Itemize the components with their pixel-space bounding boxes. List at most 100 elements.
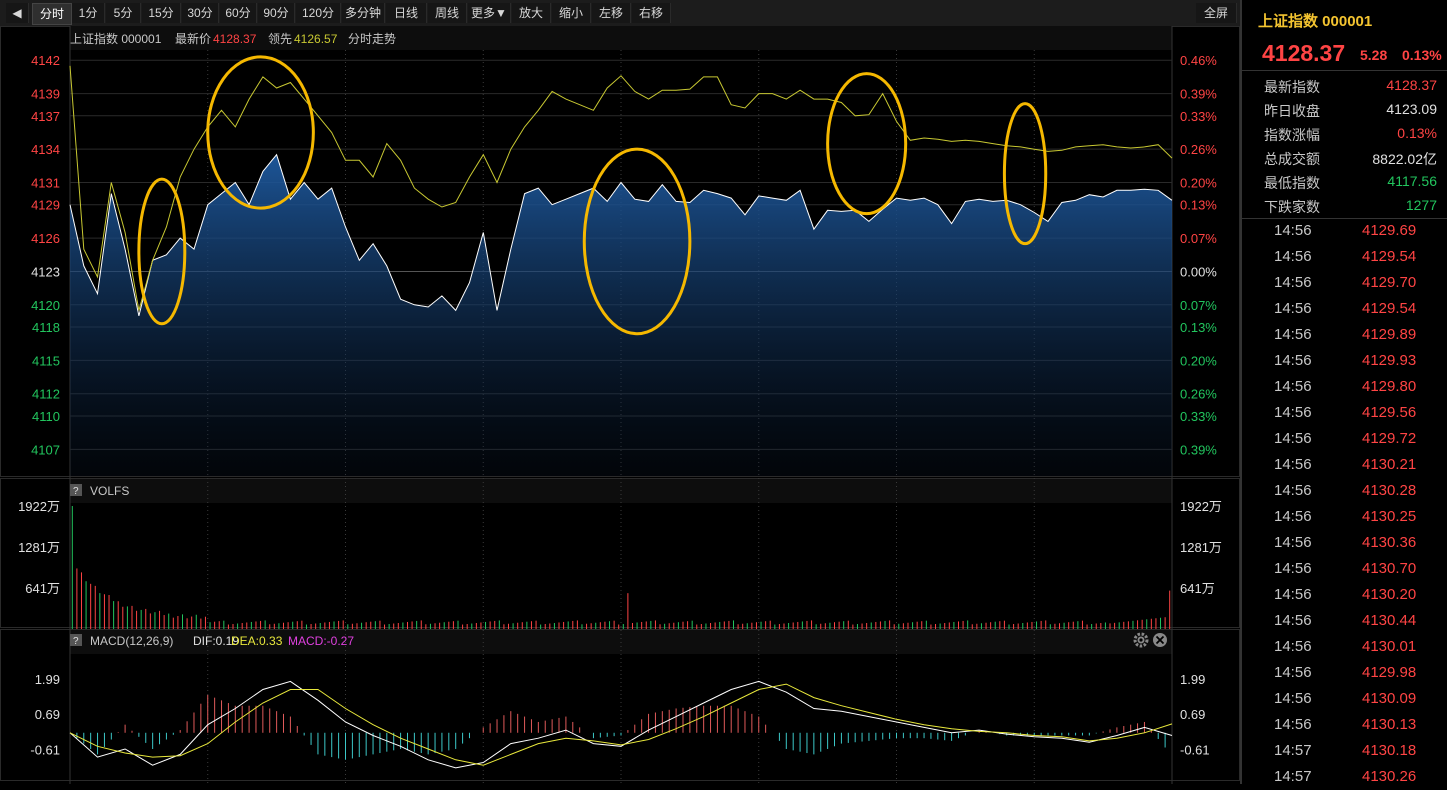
side-change: 5.28 [1360, 47, 1388, 63]
tick-row: 14:56 4130.25 [1242, 504, 1447, 530]
tick-price: 4130.70 [1362, 560, 1417, 577]
volume-title: VOLFS [90, 484, 129, 498]
tick-price: 4129.93 [1362, 352, 1417, 369]
tick-row: 14:56 4129.54 [1242, 244, 1447, 270]
stat-row: 指数涨幅 0.13% [1242, 122, 1447, 146]
tick-price: 4130.44 [1362, 612, 1417, 629]
macd-tick-label: 1.99 [1180, 672, 1205, 687]
divider [1242, 70, 1447, 71]
period-button[interactable]: 15分 [142, 3, 181, 23]
tick-price: 4130.28 [1362, 482, 1417, 499]
tick-row: 14:56 4129.56 [1242, 400, 1447, 426]
trend-label: 分时走势 [348, 32, 396, 46]
y-pct-tick-label: 0.26% [1180, 387, 1217, 402]
tick-row: 14:56 4130.36 [1242, 530, 1447, 556]
y-tick-label: 4107 [31, 442, 60, 457]
period-toolbar: ◀ 分时 1分 5分 15分 30分 60分 90分 120分 多分钟 日线 周线 更多▼ 放大 缩小 左移… [0, 0, 1240, 27]
tick-price: 4130.25 [1362, 508, 1417, 525]
period-button[interactable]: 右移 [632, 3, 671, 23]
tick-price: 4130.18 [1362, 742, 1417, 759]
tick-row: 14:56 4129.69 [1242, 218, 1447, 244]
tick-row: 14:57 4130.18 [1242, 738, 1447, 764]
volume-help-text: ? [73, 486, 79, 497]
intraday-chart[interactable]: 4142 0.46% 4139 0.39% 4137 0.33% 4134 0.26% 4131… [0, 26, 1240, 784]
tick-price: 4129.98 [1362, 664, 1417, 681]
y-tick-label: 4131 [31, 176, 60, 191]
period-button[interactable]: 周线 [428, 3, 467, 23]
tick-price: 4129.72 [1362, 430, 1417, 447]
tick-row: 14:56 4129.89 [1242, 322, 1447, 348]
tick-row: 14:56 4130.28 [1242, 478, 1447, 504]
stat-row: 总成交额 8822.02亿 [1242, 146, 1447, 170]
tick-row: 14:56 4129.98 [1242, 660, 1447, 686]
tick-price: 4130.36 [1362, 534, 1417, 551]
tick-price: 4129.69 [1362, 222, 1417, 239]
stat-value: 8822.02亿 [1372, 151, 1437, 167]
tick-time: 14:56 [1274, 326, 1312, 343]
y-pct-tick-label: 0.39% [1180, 442, 1217, 457]
tick-row: 14:56 4129.93 [1242, 348, 1447, 374]
stat-row: 最新指数 4128.37 [1242, 74, 1447, 98]
fullscreen-button[interactable]: 全屏 [1196, 3, 1237, 23]
y-pct-tick-label: 0.20% [1180, 353, 1217, 368]
side-title: 上证指数 000001 [1258, 13, 1373, 30]
y-pct-tick-label: 0.33% [1180, 409, 1217, 424]
stat-label: 最低指数 [1264, 175, 1320, 191]
tick-price: 4129.70 [1362, 274, 1417, 291]
tick-time: 14:56 [1274, 638, 1312, 655]
y-tick-label: 4139 [31, 87, 60, 102]
lead-value: 4126.57 [294, 32, 338, 46]
y-pct-tick-label: 0.07% [1180, 298, 1217, 313]
tick-row: 14:56 4130.13 [1242, 712, 1447, 738]
tick-price: 4130.13 [1362, 716, 1417, 733]
y-tick-label: 4134 [31, 142, 60, 157]
tick-price: 4129.56 [1362, 404, 1417, 421]
y-tick-label: 4115 [32, 353, 60, 368]
tick-price: 4129.54 [1362, 300, 1417, 317]
stat-label: 最新指数 [1264, 79, 1320, 95]
y-tick-label: 4137 [31, 109, 60, 124]
panel-collapse-icon[interactable]: ◀ [6, 3, 29, 23]
macd-help-text: ? [73, 636, 79, 647]
y-tick-label: 4120 [31, 298, 60, 313]
tick-price: 4129.80 [1362, 378, 1417, 395]
tick-row: 14:57 4130.26 [1242, 764, 1447, 790]
tick-time: 14:57 [1274, 742, 1312, 759]
tick-price: 4130.20 [1362, 586, 1417, 603]
tick-time: 14:56 [1274, 664, 1312, 681]
period-button[interactable]: 缩小 [552, 3, 591, 23]
y-tick-label: 4142 [31, 53, 60, 68]
period-button[interactable]: 5分 [106, 3, 141, 23]
tick-row: 14:56 4130.20 [1242, 582, 1447, 608]
period-button[interactable]: 90分 [258, 3, 295, 23]
y-tick-label: 4112 [32, 387, 60, 402]
stat-label: 昨日收盘 [1264, 103, 1320, 119]
lead-label: 领先 [268, 32, 292, 46]
tick-row: 14:56 4130.44 [1242, 608, 1447, 634]
period-button[interactable]: 更多▼ [468, 3, 511, 23]
period-button[interactable]: 放大 [512, 3, 551, 23]
tick-price: 4129.89 [1362, 326, 1417, 343]
period-button[interactable]: 分时 [32, 3, 72, 25]
tick-time: 14:56 [1274, 404, 1312, 421]
tick-time: 14:56 [1274, 352, 1312, 369]
period-button[interactable]: 日线 [386, 3, 427, 23]
period-button[interactable]: 1分 [72, 3, 105, 23]
tick-time: 14:56 [1274, 690, 1312, 707]
period-button[interactable]: 多分钟 [342, 3, 385, 23]
stat-value: 4117.56 [1387, 173, 1437, 189]
main-title: 上证指数 000001 [70, 31, 162, 46]
y-pct-tick-label: 0.46% [1180, 53, 1217, 68]
stat-label: 指数涨幅 [1264, 127, 1320, 143]
tick-price: 4129.54 [1362, 248, 1417, 265]
tick-time: 14:56 [1274, 612, 1312, 629]
close-icon[interactable] [1153, 633, 1167, 647]
volume-tick-label: 1281万 [18, 540, 60, 555]
tick-row: 14:56 4129.54 [1242, 296, 1447, 322]
macd-title: MACD(12,26,9) [90, 634, 173, 648]
period-button[interactable]: 120分 [296, 3, 341, 23]
period-button[interactable]: 60分 [220, 3, 257, 23]
tick-price: 4130.09 [1362, 690, 1417, 707]
period-button[interactable]: 30分 [182, 3, 219, 23]
period-button[interactable]: 左移 [592, 3, 631, 23]
